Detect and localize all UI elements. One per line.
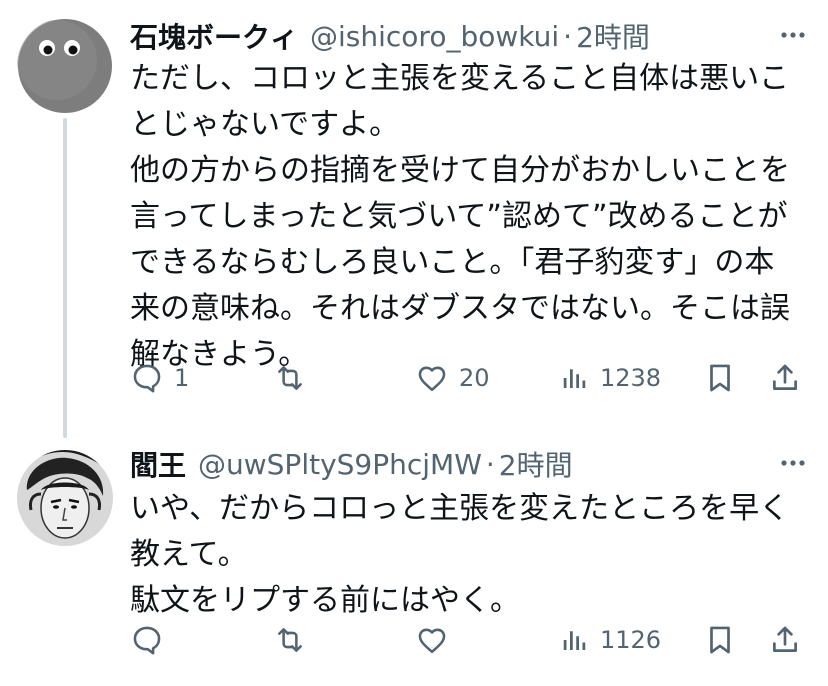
views-bar-chart-icon bbox=[563, 369, 586, 388]
tweet[interactable]: 閻王 @uwSPltyS9PhcjMW · 2時間 いや、だからコロっと主張を変… bbox=[0, 420, 828, 686]
bookmark-icon bbox=[710, 364, 730, 392]
reply-button[interactable]: 1 bbox=[130, 358, 189, 398]
views-button[interactable]: 1126 bbox=[560, 620, 661, 660]
share-button[interactable] bbox=[768, 358, 802, 398]
like-button[interactable]: 20 bbox=[415, 358, 490, 398]
share-icon bbox=[773, 364, 797, 390]
bookmark-button[interactable] bbox=[703, 358, 737, 398]
share-icon bbox=[773, 626, 797, 652]
display-name[interactable]: 石塊ボークィ bbox=[130, 16, 298, 56]
tweet-text-line: 他の方からの指摘を受けて自分がおかしいことを bbox=[130, 153, 790, 188]
bookmark-button[interactable] bbox=[703, 620, 737, 660]
user-handle[interactable]: @ishicoro_bowkui bbox=[310, 20, 559, 53]
bookmark-icon bbox=[710, 626, 730, 654]
display-name[interactable]: 閻王 bbox=[130, 444, 186, 484]
tweet-text-line: 来の意味ね。それはダブスタではない。そこは誤 bbox=[130, 291, 790, 326]
separator-dot: · bbox=[485, 447, 495, 481]
tweet-text-line: できるならむしろ良いこと。「君子豹変す」の本 bbox=[130, 245, 775, 280]
more-dots-icon[interactable] bbox=[778, 20, 808, 50]
more-dots-icon[interactable] bbox=[778, 448, 808, 478]
views-bar-chart-icon bbox=[563, 631, 586, 650]
share-button[interactable] bbox=[768, 620, 802, 660]
retweet-button[interactable] bbox=[273, 620, 317, 660]
avatar[interactable] bbox=[17, 450, 113, 546]
avatar-portrait-image bbox=[17, 450, 113, 546]
heart-icon bbox=[418, 366, 446, 392]
tweet-text-line: いや、だからコロっと主張を変えたところを早く bbox=[130, 491, 790, 526]
tweet-header: 石塊ボークィ @ishicoro_bowkui · 2時間 bbox=[130, 16, 808, 56]
views-button[interactable]: 1238 bbox=[560, 358, 661, 398]
tweet-text: いや、だからコロっと主張を変えたところを早く 教えて。 駄文をリプする前にはやく… bbox=[130, 486, 810, 624]
action-bar: 1 20 1238 bbox=[130, 358, 810, 398]
reply-bubble-icon bbox=[133, 626, 161, 655]
tweet-text-line: 駄文をリプする前にはやく。 bbox=[130, 583, 520, 618]
retweet-icon bbox=[278, 628, 302, 652]
tweet-text-line: 言ってしまったと気づいて”認めて”改めることが bbox=[130, 199, 788, 234]
timestamp[interactable]: 2時間 bbox=[499, 444, 573, 484]
like-button[interactable] bbox=[415, 620, 459, 660]
tweet-text-line: とじゃないですよ。 bbox=[130, 107, 400, 142]
views-count: 1238 bbox=[600, 364, 662, 392]
tweet-header: 閻王 @uwSPltyS9PhcjMW · 2時間 bbox=[130, 444, 808, 484]
timestamp[interactable]: 2時間 bbox=[576, 16, 650, 56]
retweet-button[interactable] bbox=[273, 358, 317, 398]
tweet-text-line: 教えて。 bbox=[130, 537, 248, 572]
retweet-icon bbox=[278, 366, 302, 390]
separator-dot: · bbox=[563, 19, 573, 53]
heart-icon bbox=[418, 628, 446, 654]
reply-count: 1 bbox=[174, 364, 190, 392]
tweet-text: ただし、コロッと主張を変えること自体は悪いこ とじゃないですよ。 他の方からの指… bbox=[130, 56, 810, 378]
tweet-text-line: ただし、コロッと主張を変えること自体は悪いこ bbox=[130, 61, 790, 96]
avatar[interactable] bbox=[17, 18, 113, 114]
user-handle[interactable]: @uwSPltyS9PhcjMW bbox=[198, 448, 482, 481]
tweet[interactable]: 石塊ボークィ @ishicoro_bowkui · 2時間 ただし、コロッと主張… bbox=[0, 0, 828, 420]
like-count: 20 bbox=[459, 364, 490, 392]
avatar-blob-image bbox=[17, 18, 113, 114]
action-bar: 1126 bbox=[130, 620, 810, 660]
reply-bubble-icon bbox=[133, 364, 161, 393]
views-count: 1126 bbox=[600, 626, 662, 654]
reply-button[interactable] bbox=[130, 620, 174, 660]
